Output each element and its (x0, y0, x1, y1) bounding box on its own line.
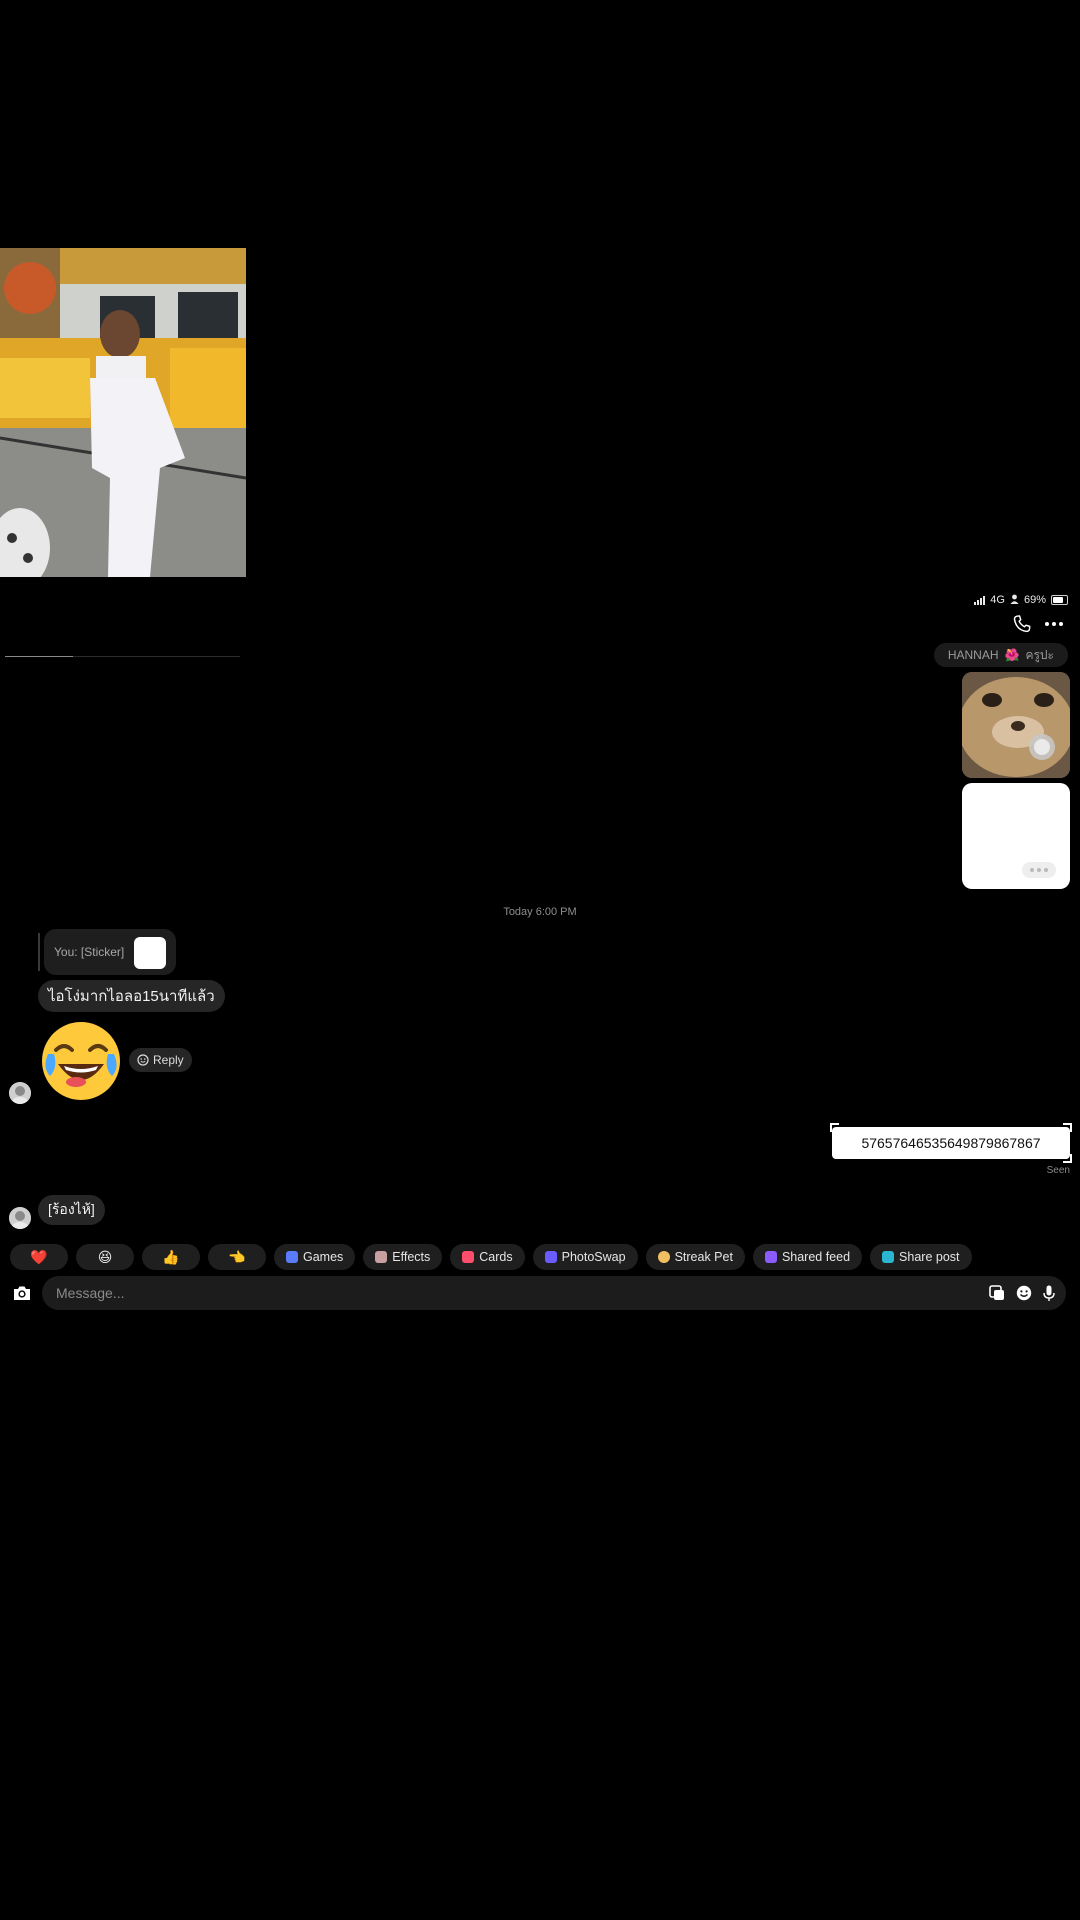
games-label: Games (303, 1250, 344, 1264)
reply-quote[interactable]: You: [Sticker] (44, 929, 176, 975)
avatar[interactable] (9, 1207, 31, 1229)
message-input[interactable] (54, 1284, 918, 1302)
chat-name-pill[interactable]: HANNAH 🌺 ครูปะ (933, 643, 1068, 667)
effects-label: Effects (392, 1250, 431, 1264)
received-message[interactable]: [ร้องไห้] (38, 1195, 105, 1225)
effects-button[interactable]: Effects (363, 1244, 443, 1270)
quick-reaction-point[interactable]: 👈 (208, 1244, 266, 1270)
streak-pet-icon (657, 1251, 670, 1263)
cards-icon (462, 1251, 475, 1263)
story-progress-bar (5, 656, 240, 657)
story-progress-fill (5, 656, 73, 657)
camera-icon[interactable] (12, 1284, 32, 1302)
network-label: 4G (990, 594, 1005, 606)
smiley-icon (137, 1054, 149, 1066)
shared-feed-label: Shared feed (781, 1250, 851, 1264)
sticker-icon[interactable] (988, 1284, 1006, 1302)
games-button[interactable]: Games (274, 1244, 356, 1270)
cards-label: Cards (479, 1250, 513, 1264)
laughing-emoji-icon[interactable] (40, 1020, 122, 1102)
sticker-thumbnail (134, 937, 166, 969)
phone-icon[interactable] (1011, 613, 1033, 635)
streak-pet-label: Streak Pet (674, 1250, 733, 1264)
gamepad-icon (286, 1251, 298, 1263)
name-emoji: 🌺 (1004, 648, 1020, 662)
status-bar: 4G 69% (974, 592, 1068, 608)
emoji-picker-icon[interactable] (1015, 1284, 1033, 1302)
photoswap-icon (544, 1251, 557, 1263)
received-message[interactable]: ไอโง่มากไอลอ15นาทีแล้ว (38, 980, 225, 1012)
shared-feed-icon (764, 1251, 777, 1263)
sent-message[interactable]: 5765764653564987986786​7 (830, 1123, 1072, 1163)
chat-name-suffix: ครูปะ (1025, 647, 1054, 662)
photoswap-label: PhotoSwap (561, 1250, 626, 1264)
quick-reaction-heart[interactable]: ❤️ (10, 1244, 68, 1270)
streak-pet-button[interactable]: Streak Pet (645, 1244, 745, 1270)
battery-icon (1051, 595, 1068, 605)
microphone-icon[interactable] (1040, 1284, 1058, 1302)
overlay-photo (0, 248, 246, 577)
chat-name: HANNAH (947, 648, 999, 662)
reply-button[interactable]: Reply (129, 1048, 192, 1072)
share-post-button[interactable]: Share post (870, 1244, 972, 1270)
person-icon (1010, 594, 1019, 607)
reply-label: Reply (153, 1053, 184, 1067)
message-composer (42, 1276, 1066, 1310)
signal-icon (974, 595, 986, 605)
reply-indicator-bar (38, 933, 40, 971)
more-dots-icon (1022, 862, 1056, 878)
cards-button[interactable]: Cards (450, 1244, 525, 1270)
reply-quote-text: You: [Sticker] (54, 945, 125, 959)
more-options-icon[interactable] (1042, 613, 1066, 635)
quick-reaction-thumbs-up[interactable]: 👍 (142, 1244, 200, 1270)
battery-percent: 69% (1023, 594, 1046, 606)
quick-actions-bar: ❤️ 😆 👍 👈 Games Effects Cards PhotoSwap S… (10, 1244, 972, 1270)
avatar[interactable] (9, 1082, 31, 1104)
sent-message-text: 5765764653564987986786​7 (861, 1135, 1041, 1151)
effects-icon (375, 1251, 388, 1263)
shared-feed-button[interactable]: Shared feed (752, 1244, 863, 1270)
timestamp: Today 6:00 PM (503, 906, 577, 918)
share-post-icon (882, 1251, 895, 1263)
seen-status: Seen (1046, 1165, 1070, 1176)
sent-image-cat[interactable] (962, 672, 1070, 778)
photoswap-button[interactable]: PhotoSwap (532, 1244, 638, 1270)
share-post-label: Share post (899, 1250, 960, 1264)
quick-reaction-laugh[interactable]: 😆 (76, 1244, 134, 1270)
